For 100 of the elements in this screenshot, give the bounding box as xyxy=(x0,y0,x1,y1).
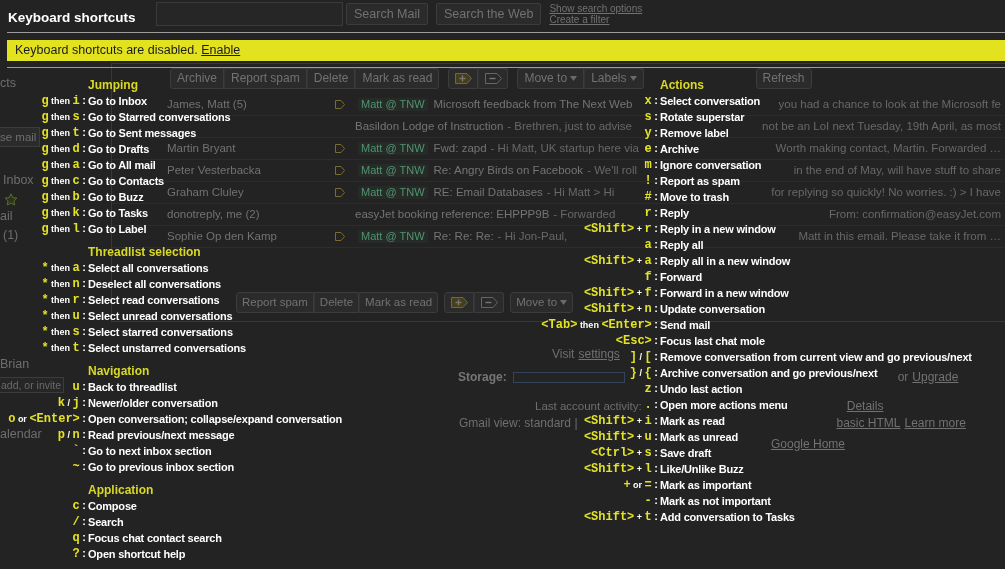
caret-icon xyxy=(560,300,568,305)
shortcut-description: Remove label xyxy=(660,126,729,140)
toolbar-button[interactable]: Archive xyxy=(170,68,224,89)
sidebar-text[interactable]: ail xyxy=(0,209,13,223)
shortcut-description: Open conversation; collapse/expand conversation xyxy=(88,412,343,426)
shortcut-keys: * then a : xyxy=(41,261,86,275)
toolbar-button[interactable]: Delete xyxy=(306,68,356,89)
remove-label-button[interactable] xyxy=(478,68,509,89)
shortcut-description: Ignore conversation xyxy=(660,158,762,172)
shortcut-keys: x : xyxy=(644,94,658,108)
add-label-button[interactable] xyxy=(448,68,479,89)
footer-link[interactable]: basic HTML xyxy=(836,416,901,430)
shortcut-keys: * then n : xyxy=(41,277,86,291)
sidebar-text[interactable]: (1) xyxy=(3,228,19,242)
enable-link[interactable]: Enable xyxy=(201,43,241,57)
shortcut-description: Go to Contacts xyxy=(88,174,165,188)
shortcut-keys: <Shift> + f : xyxy=(583,286,658,300)
tag-plus-icon xyxy=(454,73,472,84)
marker-icon[interactable] xyxy=(335,100,345,109)
toolbar-button[interactable]: Mark as read xyxy=(355,68,440,89)
shortcut-description: Move to trash xyxy=(660,190,729,204)
section-heading: Jumping xyxy=(88,78,138,92)
sidebar-text[interactable]: Brian xyxy=(0,357,30,371)
shortcut-keys: e : xyxy=(644,142,658,156)
sidebar-text[interactable]: Inbox xyxy=(3,173,34,187)
shortcut-keys: g then t : xyxy=(41,126,86,140)
tag-plus-icon xyxy=(450,297,468,308)
add-label-button[interactable] xyxy=(444,292,475,313)
section-heading: Threadlist selection xyxy=(88,245,201,259)
header-link[interactable]: Show search options xyxy=(549,3,643,14)
email-snippet: - Forwarded xyxy=(553,208,616,221)
contact-search-field[interactable]: add, or invite xyxy=(0,377,64,393)
toolbar-button[interactable]: Refresh xyxy=(755,68,812,89)
shortcut-description: Mark as important xyxy=(660,478,752,492)
search-button[interactable]: Search the Web xyxy=(436,3,542,25)
shortcut-description: Focus chat contact search xyxy=(88,531,222,545)
footer-link[interactable]: Details xyxy=(846,399,884,413)
header-link[interactable]: Create a filter xyxy=(549,14,610,25)
shortcut-description: Mark as not important xyxy=(660,494,771,508)
shortcut-description: Reply all in a new window xyxy=(660,254,791,268)
email-snippet: - Hi Matt, UK startup here via xyxy=(490,142,639,155)
shortcut-keys: p / n : xyxy=(57,428,86,442)
tag-minus-icon xyxy=(480,297,498,308)
shortcut-keys: } / { : xyxy=(629,366,658,380)
shortcut-description: Forward xyxy=(660,270,702,284)
shortcut-keys: <Shift> + l : xyxy=(583,462,658,476)
marker-icon[interactable] xyxy=(335,166,345,175)
email-snippet: - Hi Jon-Paul, xyxy=(497,230,568,243)
shortcut-keys: * then s : xyxy=(41,325,86,339)
compose-button[interactable]: se mail xyxy=(0,127,41,147)
footer-link[interactable]: Google Home xyxy=(771,437,846,451)
marker-icon[interactable] xyxy=(335,232,345,241)
search-button[interactable]: Search Mail xyxy=(346,3,428,25)
label-chip[interactable]: Matt @ TNW xyxy=(358,230,428,243)
toolbar-menu-button[interactable]: Move to xyxy=(517,68,585,89)
shortcut-keys: ] / [ : xyxy=(629,350,658,364)
shortcut-description: Search xyxy=(88,515,124,529)
label-chip[interactable]: Matt @ TNW xyxy=(358,98,428,111)
email-subject: RE: Email Databases xyxy=(433,186,543,199)
sender-name: Sophie Op den Kamp xyxy=(167,230,278,243)
toolbar-button[interactable]: Report spam xyxy=(236,292,314,313)
shortcut-description: Newer/older conversation xyxy=(88,396,218,410)
footer-text: Gmail view: standard | xyxy=(459,416,578,430)
star-icon[interactable] xyxy=(4,193,18,206)
shortcut-keys: <Ctrl> + s : xyxy=(591,446,658,460)
shortcut-keys: <Tab> then <Enter> : xyxy=(541,318,658,332)
footer-link[interactable]: Learn more xyxy=(904,416,966,430)
shortcut-keys: + or = : xyxy=(623,478,658,492)
toolbar-button[interactable]: Delete xyxy=(313,292,360,313)
footer-text: Visit xyxy=(552,347,575,361)
email-snippet: you had a chance to look at the Microsoft fe xyxy=(778,98,1001,111)
toolbar-button[interactable]: Mark as read xyxy=(359,292,439,313)
label-chip[interactable]: Matt @ TNW xyxy=(358,164,428,177)
email-subject: Re: Re: Re: xyxy=(433,230,494,243)
marker-icon[interactable] xyxy=(335,144,345,153)
toolbar-menu-button[interactable]: Labels xyxy=(584,68,644,89)
shortcut-description: Send mail xyxy=(660,318,711,332)
sender-name: Graham Cluley xyxy=(167,186,245,199)
label-chip[interactable]: Matt @ TNW xyxy=(358,186,428,199)
shortcut-keys: g then b : xyxy=(41,190,86,204)
sidebar-text[interactable]: alendar xyxy=(0,427,42,441)
shortcut-description: Reply xyxy=(660,206,689,220)
sidebar-text[interactable]: cts xyxy=(0,76,16,90)
footer-link[interactable]: Upgrade xyxy=(912,370,959,384)
email-subject: Microsoft feedback from The Next Web xyxy=(433,98,633,111)
shortcut-keys: f : xyxy=(644,270,658,284)
shortcut-keys: / : xyxy=(72,515,86,529)
shortcut-description: Select all conversations xyxy=(88,261,209,275)
shortcut-keys: u : xyxy=(72,380,86,394)
shortcut-description: Report as spam xyxy=(660,174,740,188)
toolbar-menu-button[interactable]: Move to xyxy=(510,292,574,313)
shortcut-keys: y : xyxy=(644,126,658,140)
shortcut-description: Select read conversations xyxy=(88,293,220,307)
marker-icon[interactable] xyxy=(335,188,345,197)
toolbar-button[interactable]: Report spam xyxy=(224,68,307,89)
remove-label-button[interactable] xyxy=(474,292,505,313)
settings-link[interactable]: settings xyxy=(578,347,620,361)
shortcut-description: Go to Buzz xyxy=(88,190,144,204)
label-chip[interactable]: Matt @ TNW xyxy=(358,142,428,155)
shortcut-description: Save draft xyxy=(660,446,712,460)
